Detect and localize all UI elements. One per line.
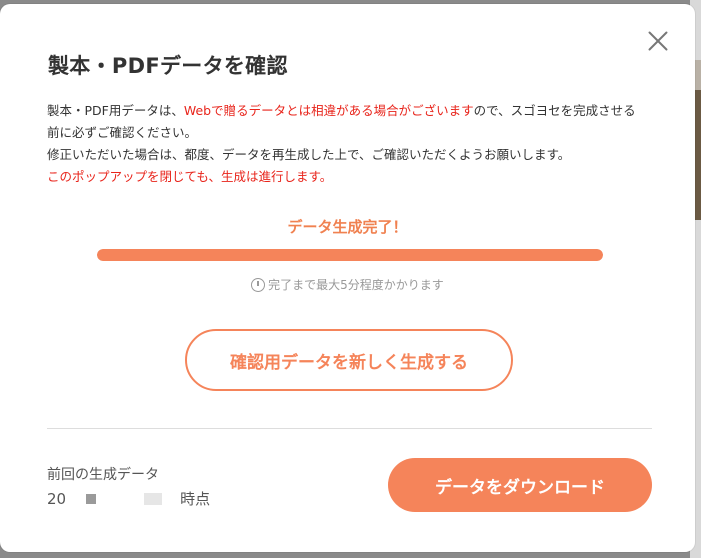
time-hint: 完了まで最大5分程度かかります — [0, 276, 695, 293]
background-image — [694, 60, 701, 90]
timestamp-year: 20 — [47, 489, 67, 508]
progress-bar — [97, 249, 603, 261]
previous-data-label: 前回の生成データ — [47, 467, 159, 483]
generation-status: データ生成完了！ — [287, 218, 408, 236]
timer-icon — [251, 278, 266, 292]
modal-title: 製本・PDFデータを確認 — [48, 54, 288, 78]
desc-warning-text: Webで贈るデータとは相違がある場合がございます — [183, 103, 474, 118]
regenerate-button[interactable]: 確認用データを新しく生成する — [185, 329, 513, 391]
desc-paragraph-2: 修正いただいた場合は、都度、データを再生成した上で、ご確認いただくようお願いしま… — [47, 147, 571, 162]
desc-text: 製本・PDF用データは、 — [47, 103, 184, 118]
time-hint-text: 完了まで最大5分程度かかります — [268, 278, 444, 292]
redacted-block — [144, 492, 163, 505]
background-image — [694, 90, 701, 220]
previous-data-timestamp: 20 時点 — [47, 488, 210, 509]
modal-description: 製本・PDF用データは、Webで贈るデータとは相違がある場合がございますので、ス… — [47, 100, 647, 188]
divider — [47, 428, 652, 429]
redacted-block — [86, 493, 97, 504]
download-button[interactable]: データをダウンロード — [388, 458, 652, 512]
desc-warning-paragraph: このポップアップを閉じても、生成は進行します。 — [47, 169, 333, 184]
progress-bar-fill — [97, 249, 603, 261]
desc-paragraph-1: 製本・PDF用データは、Webで贈るデータとは相違がある場合がございますので、ス… — [47, 100, 647, 144]
confirm-pdf-modal: 製本・PDFデータを確認 製本・PDF用データは、Webで贈るデータとは相違があ… — [0, 4, 695, 552]
close-icon[interactable] — [647, 30, 669, 52]
timestamp-suffix: 時点 — [180, 490, 211, 508]
